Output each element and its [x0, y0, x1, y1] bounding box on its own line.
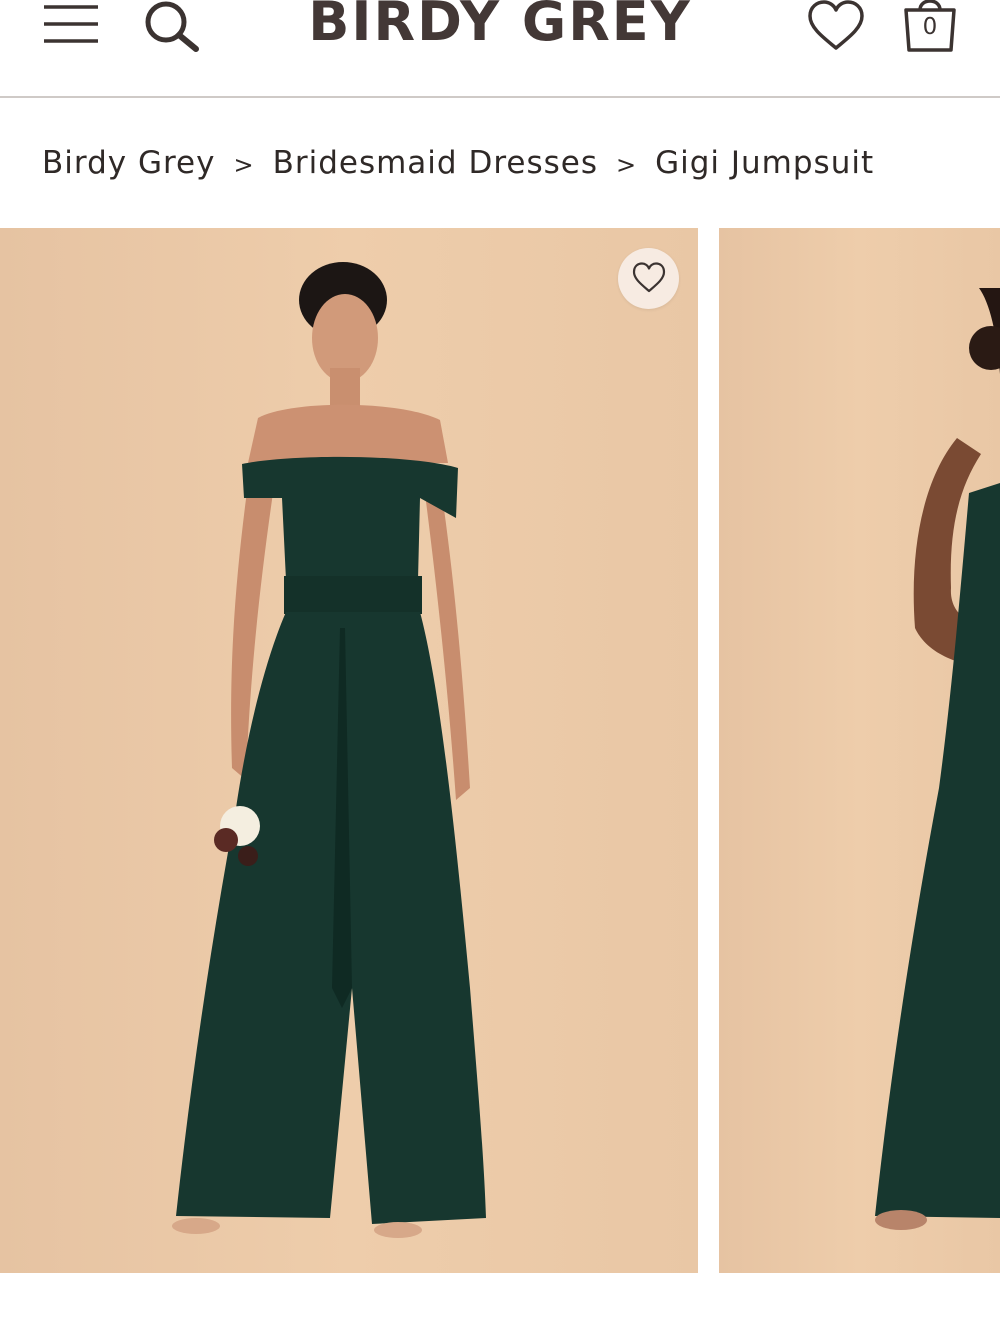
breadcrumb-home-link[interactable]: Birdy Grey — [42, 140, 215, 186]
menu-button[interactable] — [42, 2, 100, 46]
product-image-main[interactable] — [0, 228, 698, 1273]
search-button[interactable] — [142, 0, 204, 52]
breadcrumb-current-page: Gigi Jumpsuit — [655, 145, 875, 181]
heart-icon — [632, 262, 666, 293]
bag-count-badge: 0 — [922, 14, 938, 40]
shopping-bag-button[interactable]: 0 — [898, 0, 962, 56]
model-illustration — [875, 288, 1000, 1230]
search-icon — [145, 1, 199, 52]
heart-icon — [808, 0, 864, 50]
site-header: BIRDY GREY 0 — [0, 0, 1000, 98]
breadcrumb: Birdy Grey > Bridesmaid Dresses > Gigi Jumps… — [42, 140, 874, 186]
breadcrumb-category-link[interactable]: Bridesmaid Dresses — [273, 140, 598, 186]
menu-icon — [44, 5, 98, 43]
model-illustration — [172, 262, 486, 1238]
product-gallery[interactable] — [0, 228, 1000, 1273]
wishlist-button[interactable] — [618, 248, 679, 309]
breadcrumb-separator: > — [233, 151, 255, 179]
product-image-secondary[interactable] — [719, 228, 1000, 1273]
brand-logo[interactable]: BIRDY GREY — [250, 0, 750, 58]
wishlist-header-button[interactable] — [806, 0, 866, 54]
breadcrumb-separator: > — [615, 151, 638, 179]
